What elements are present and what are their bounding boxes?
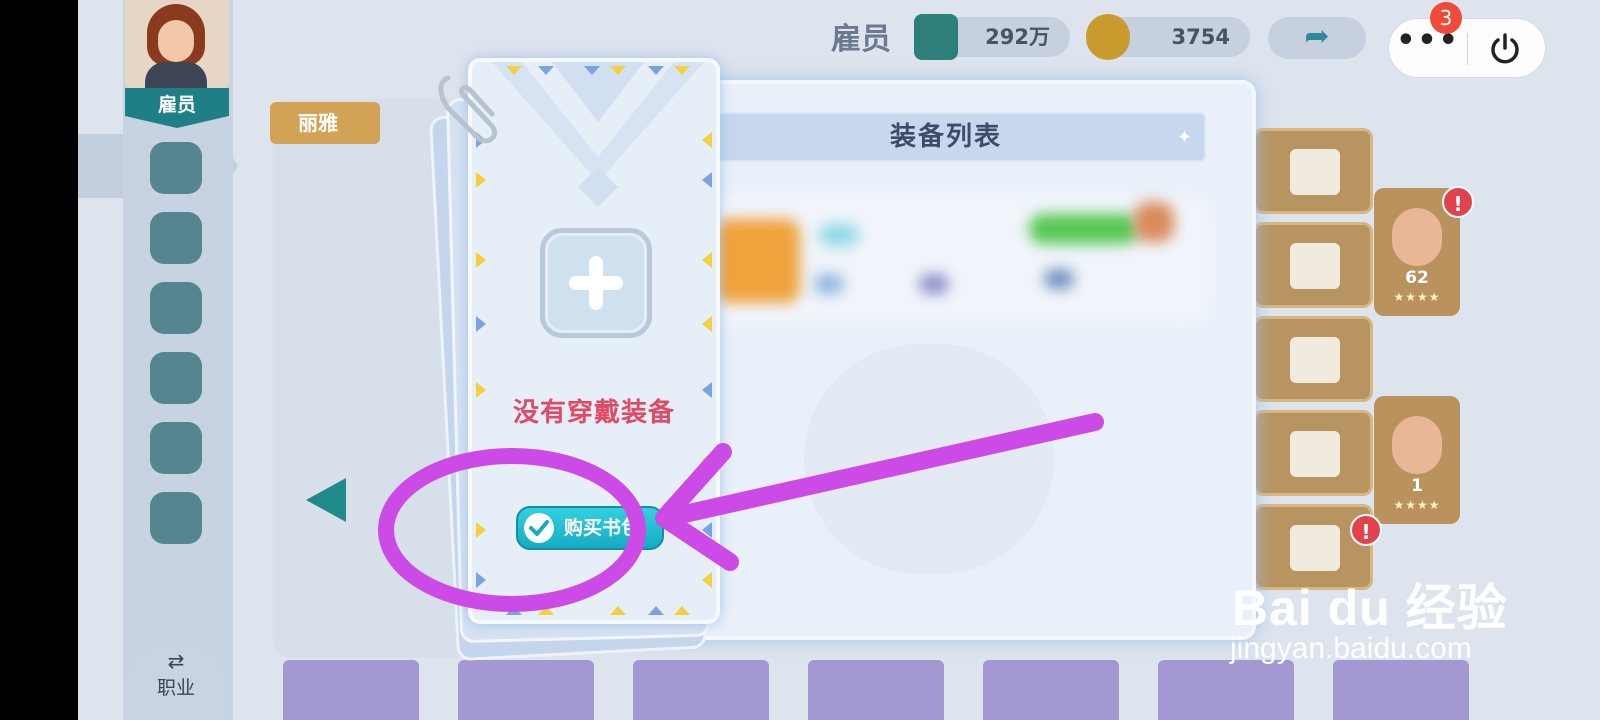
add-equipment-button[interactable] bbox=[540, 228, 652, 338]
watermark-url: jingyan.baidu.com bbox=[1230, 632, 1472, 665]
exp-book-icon bbox=[914, 14, 958, 60]
prev-arrow-icon[interactable] bbox=[306, 478, 346, 522]
star-tab[interactable] bbox=[1253, 316, 1373, 402]
avatar[interactable] bbox=[125, 0, 229, 88]
badge-icon[interactable] bbox=[150, 142, 202, 194]
exp-value: 292万 bbox=[985, 25, 1050, 49]
no-equipment-text: 没有穿戴装备 bbox=[512, 398, 675, 428]
coffee-bean-icon[interactable] bbox=[150, 212, 202, 264]
wizard-hat-icon bbox=[1290, 243, 1340, 289]
buy-bag-label: 购买书包 bbox=[564, 517, 641, 539]
check-icon bbox=[524, 513, 554, 543]
notification-badge: 3 bbox=[1430, 2, 1462, 34]
exp-counter: 292万 bbox=[914, 14, 1070, 60]
card-border-deco bbox=[498, 66, 698, 78]
job-button-label: 职业 bbox=[156, 677, 195, 699]
chef-hat-icon bbox=[1290, 149, 1340, 195]
paperclip-icon bbox=[438, 75, 498, 144]
alert-icon: ! bbox=[1442, 186, 1474, 218]
hero-level: 62 bbox=[1405, 268, 1429, 288]
system-menu-capsule: ••• bbox=[1388, 18, 1546, 78]
coin-counter: 3754 bbox=[1086, 14, 1250, 60]
sparkle-icon: ✦ bbox=[1176, 127, 1192, 148]
cupcake-icon[interactable] bbox=[150, 422, 202, 474]
page-title: 雇员 bbox=[831, 22, 891, 57]
card-border-deco bbox=[702, 132, 716, 602]
bottom-hero-strip bbox=[283, 660, 1473, 720]
hero-level: 1 bbox=[1411, 476, 1423, 496]
chef-tab[interactable] bbox=[1253, 128, 1373, 214]
hero-card[interactable]: 1 ★★★★ bbox=[1374, 396, 1460, 524]
card-border-deco bbox=[498, 606, 698, 618]
star-icon bbox=[1290, 337, 1340, 383]
hero-stars: ★★★★ bbox=[1393, 290, 1441, 304]
power-icon[interactable] bbox=[1487, 31, 1523, 67]
puzzle-icon[interactable] bbox=[150, 492, 202, 544]
employee-name-tag: 丽雅 bbox=[270, 102, 380, 144]
wizard-tab[interactable] bbox=[1253, 222, 1373, 308]
blurred-item-icon bbox=[714, 219, 800, 303]
equipment-list-modal: ✦ 装备列表 ✦ bbox=[630, 80, 1256, 640]
coin-value: 3754 bbox=[1171, 25, 1230, 49]
share-arrow-button[interactable]: ➦ bbox=[1268, 17, 1366, 59]
modal-title-bar: ✦ 装备列表 ✦ bbox=[686, 112, 1206, 162]
coin-icon bbox=[1086, 14, 1130, 60]
card-border-deco bbox=[476, 132, 490, 602]
hero-portrait bbox=[1392, 416, 1442, 474]
swap-icon: ⇄ bbox=[167, 649, 185, 673]
mascot-watermark bbox=[804, 344, 1054, 574]
card-pattern bbox=[492, 62, 704, 207]
money-icon bbox=[1290, 525, 1340, 571]
equipment-slot-card: 没有穿戴装备 购买书包 bbox=[468, 58, 720, 624]
frame-icon bbox=[1290, 431, 1340, 477]
watermark-brand: Bai du 经验 bbox=[1232, 580, 1508, 636]
frame-tab[interactable] bbox=[1253, 410, 1373, 496]
icecream-icon[interactable] bbox=[150, 282, 202, 334]
modal-title: 装备列表 bbox=[889, 122, 1002, 152]
hero-portrait bbox=[1392, 208, 1442, 266]
buy-bag-button[interactable]: 购买书包 bbox=[516, 506, 664, 550]
leaf-icon[interactable] bbox=[150, 352, 202, 404]
baidu-watermark: Bai du 经验 jingyan.baidu.com bbox=[1230, 568, 1508, 665]
hero-stars: ★★★★ bbox=[1393, 498, 1441, 512]
alert-icon: ! bbox=[1350, 514, 1382, 546]
job-button[interactable]: ⇄ 职业 bbox=[126, 645, 226, 720]
